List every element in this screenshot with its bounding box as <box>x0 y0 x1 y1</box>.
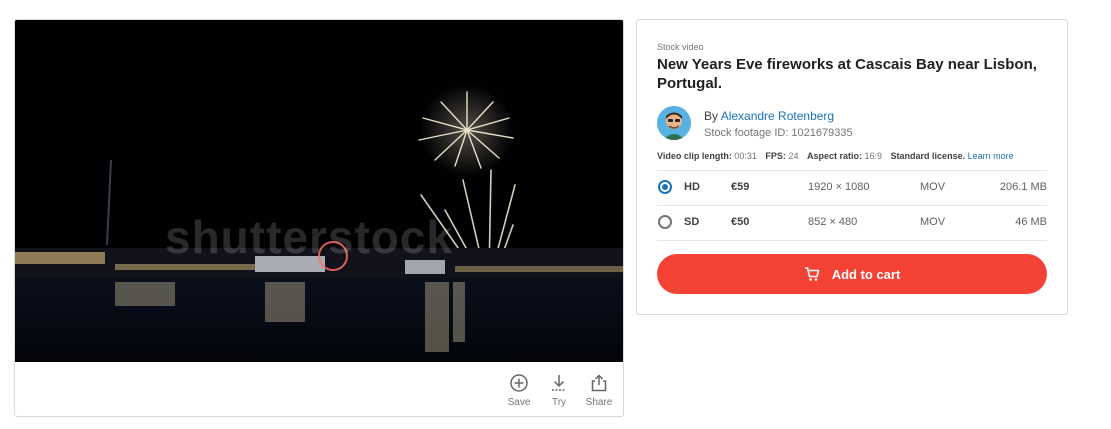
author-line: By Alexandre Rotenberg <box>704 109 834 123</box>
add-to-cart-label: Add to cart <box>831 266 901 282</box>
try-label: Try <box>551 397 567 408</box>
radio-unselected-icon[interactable] <box>658 215 672 229</box>
plus-circle-icon <box>510 374 528 392</box>
length-value: 00:31 <box>734 151 757 161</box>
fps-label: FPS: <box>765 151 786 161</box>
author-avatar-icon <box>657 106 691 140</box>
save-button[interactable]: Save <box>507 373 531 408</box>
save-label: Save <box>507 397 531 408</box>
license-label: Standard license. <box>890 151 966 161</box>
download-icon <box>552 375 566 391</box>
aspect-value: 16:9 <box>864 151 883 161</box>
option-name: HD <box>684 181 700 193</box>
radio-selected-icon[interactable] <box>658 180 672 194</box>
author-link[interactable]: Alexandre Rotenberg <box>721 109 834 123</box>
cart-icon <box>804 267 819 281</box>
option-resolution: 852 × 480 <box>808 216 858 228</box>
option-price: €59 <box>731 181 750 193</box>
video-preview-card: shutterstock Save Try Share <box>14 19 624 417</box>
fireworks-video-frame <box>15 20 623 362</box>
video-player[interactable]: shutterstock <box>15 20 623 362</box>
avatar[interactable] <box>657 106 691 140</box>
size-option-sd[interactable]: SD €50 852 × 480 MOV 46 MB <box>657 205 1047 241</box>
by-prefix: By <box>704 109 719 123</box>
share-button[interactable]: Share <box>585 373 613 408</box>
aspect-label: Aspect ratio: <box>806 151 862 161</box>
share-icon <box>591 374 607 392</box>
option-format: MOV <box>920 216 946 228</box>
option-price: €50 <box>731 216 750 228</box>
asset-type-label: Stock video <box>657 42 704 52</box>
option-size: 206.1 MB <box>999 181 1047 193</box>
size-options: HD €59 1920 × 1080 MOV 206.1 MB SD €50 8… <box>657 170 1047 241</box>
purchase-card: Stock video New Years Eve fireworks at C… <box>636 19 1068 315</box>
option-format: MOV <box>920 181 946 193</box>
media-actions: Save Try Share <box>507 373 613 408</box>
size-option-hd[interactable]: HD €59 1920 × 1080 MOV 206.1 MB <box>657 170 1047 205</box>
option-resolution: 1920 × 1080 <box>808 181 870 193</box>
page-title: New Years Eve fireworks at Cascais Bay n… <box>657 56 1037 92</box>
fps-value: 24 <box>788 151 799 161</box>
option-name: SD <box>684 216 700 228</box>
add-to-cart-button[interactable]: Add to cart <box>657 254 1047 294</box>
share-label: Share <box>585 397 613 408</box>
option-size: 46 MB <box>1015 216 1047 228</box>
clip-metadata: Video clip length: 00:31 FPS: 24 Aspect … <box>657 151 1014 161</box>
length-label: Video clip length: <box>657 151 732 161</box>
try-button[interactable]: Try <box>547 373 571 408</box>
learn-more-link[interactable]: Learn more <box>968 151 1014 161</box>
footage-id: Stock footage ID: 1021679335 <box>704 127 853 139</box>
